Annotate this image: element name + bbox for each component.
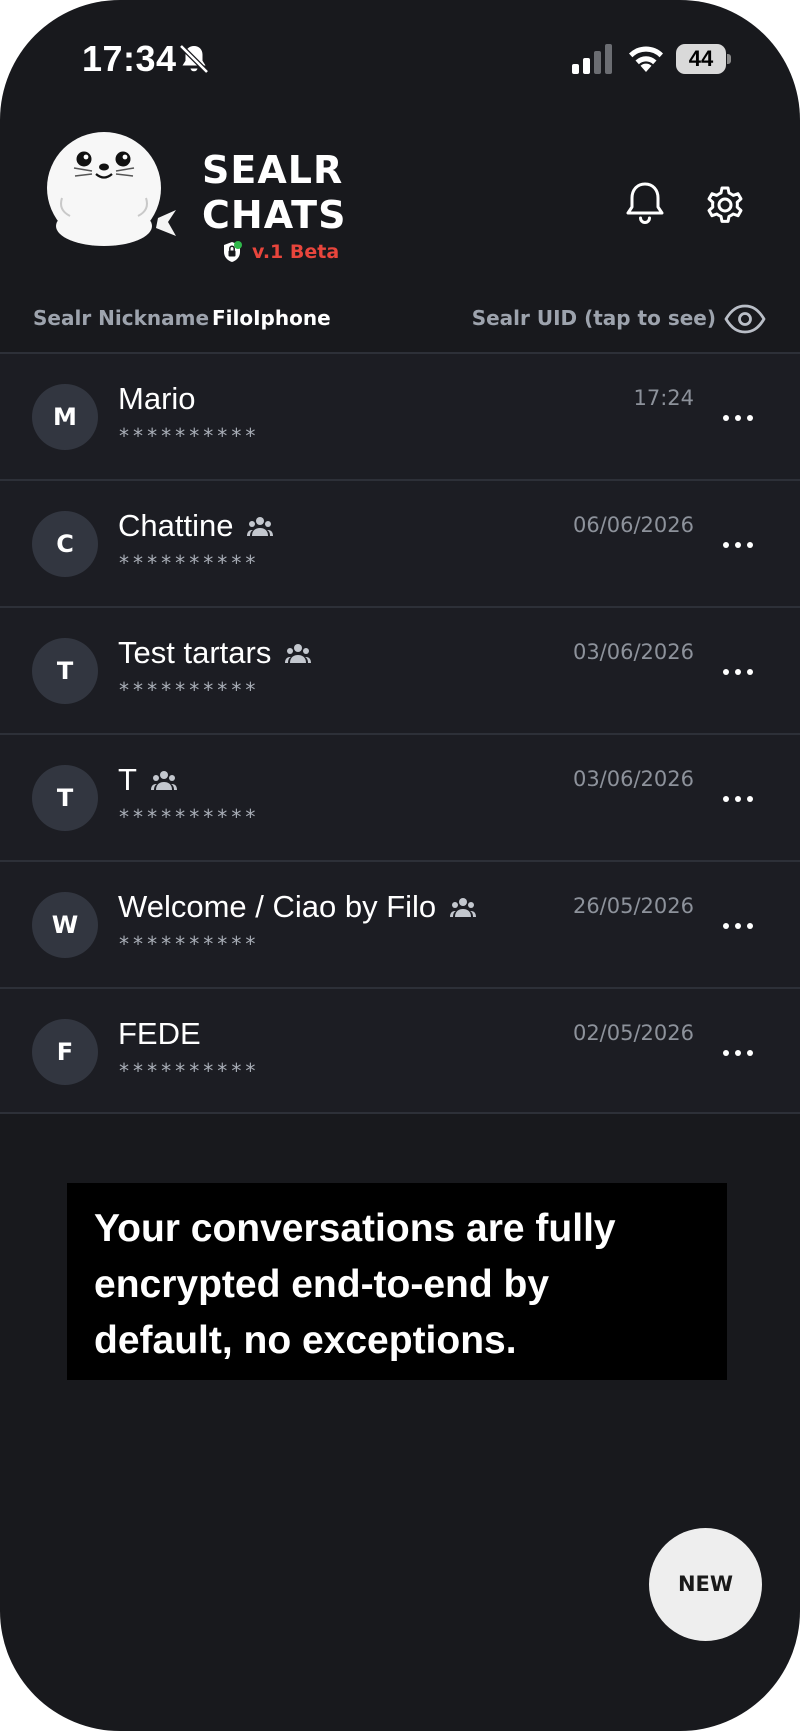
more-options-icon[interactable] <box>722 539 754 551</box>
chat-title: Test tartars <box>118 634 312 672</box>
chat-name: T <box>118 762 137 797</box>
bell-icon[interactable] <box>624 180 666 226</box>
new-chat-button[interactable]: NEW <box>649 1528 762 1641</box>
chat-name: Test tartars <box>118 635 272 670</box>
chat-list: M Mario ********** 17:24 C Chattine ****… <box>0 352 800 1114</box>
chat-preview: ********** <box>118 551 259 575</box>
status-time: 17:34 <box>82 38 177 79</box>
battery-icon: 44 <box>676 44 731 74</box>
chat-row[interactable]: W Welcome / Ciao by Filo ********** 26/0… <box>0 860 800 987</box>
chat-time: 03/06/2026 <box>572 767 694 791</box>
version-label: v.1 Beta <box>252 241 340 263</box>
seal-logo <box>47 132 176 246</box>
more-options-icon[interactable] <box>722 666 754 678</box>
encryption-text-line2: encrypted end-to-end by <box>94 1263 550 1306</box>
chat-preview: ********** <box>118 678 259 702</box>
more-options-icon[interactable] <box>722 412 754 424</box>
chat-preview: ********** <box>118 424 259 448</box>
more-options-icon[interactable] <box>722 1047 754 1059</box>
gear-icon[interactable] <box>704 184 746 226</box>
group-icon <box>450 898 477 917</box>
nickname-value: FiloIphone <box>212 306 331 330</box>
encryption-banner: Your conversations are fully encrypted e… <box>67 1183 727 1380</box>
chat-preview: ********** <box>118 1059 259 1083</box>
chat-row[interactable]: F FEDE ********** 02/05/2026 <box>0 987 800 1114</box>
chat-name: Welcome / Ciao by Filo <box>118 889 437 924</box>
bell-off-icon <box>179 44 209 74</box>
encryption-text-line3: default, no exceptions. <box>94 1319 517 1362</box>
chat-title: Welcome / Ciao by Filo <box>118 888 477 926</box>
chat-time: 26/05/2026 <box>572 894 694 918</box>
nickname-label: Sealr Nickname <box>33 306 210 330</box>
chat-row[interactable]: M Mario ********** 17:24 <box>0 352 800 479</box>
group-icon <box>285 644 312 663</box>
chat-title: Mario <box>118 380 196 418</box>
chat-row[interactable]: T Test tartars ********** 03/06/2026 <box>0 606 800 733</box>
chat-time: 03/06/2026 <box>572 640 694 664</box>
eye-icon[interactable] <box>724 302 766 336</box>
group-icon <box>247 517 274 536</box>
group-icon <box>150 771 177 790</box>
app-title: SEALR CHATS <box>202 148 402 238</box>
chat-name: FEDE <box>118 1016 201 1051</box>
avatar: T <box>32 638 98 704</box>
avatar: T <box>32 765 98 831</box>
status-bar: 17:34 44 <box>0 0 800 120</box>
chat-title: T <box>118 761 177 799</box>
chat-time: 17:24 <box>633 386 694 410</box>
app-title-line2: CHATS <box>202 193 347 237</box>
chat-row[interactable]: T T ********** 03/06/2026 <box>0 733 800 860</box>
uid-reveal-button[interactable]: Sealr UID (tap to see) <box>472 306 716 330</box>
chat-title: FEDE <box>118 1015 201 1053</box>
avatar: M <box>32 384 98 450</box>
lock-badge-icon <box>224 241 242 262</box>
identity-bar: Sealr Nickname FiloIphone Sealr UID (tap… <box>0 298 800 352</box>
more-options-icon[interactable] <box>722 920 754 932</box>
wifi-icon <box>629 46 663 72</box>
encryption-text-line1: Your conversations are fully <box>94 1207 616 1250</box>
chat-name: Mario <box>118 381 196 416</box>
avatar: C <box>32 511 98 577</box>
more-options-icon[interactable] <box>722 793 754 805</box>
app-screen: 17:34 44 SEALR CHATS v.1 Beta Sealr Nick… <box>0 0 800 1731</box>
signal-icon <box>572 44 612 74</box>
chat-name: Chattine <box>118 508 234 543</box>
chat-preview: ********** <box>118 805 259 829</box>
avatar: F <box>32 1019 98 1085</box>
app-title-line1: SEALR <box>202 148 344 192</box>
chat-time: 06/06/2026 <box>572 513 694 537</box>
battery-level: 44 <box>676 44 726 74</box>
chat-time: 02/05/2026 <box>572 1021 694 1045</box>
chat-preview: ********** <box>118 932 259 956</box>
battery-tip <box>727 54 731 64</box>
avatar: W <box>32 892 98 958</box>
chat-title: Chattine <box>118 507 274 545</box>
chat-row[interactable]: C Chattine ********** 06/06/2026 <box>0 479 800 606</box>
